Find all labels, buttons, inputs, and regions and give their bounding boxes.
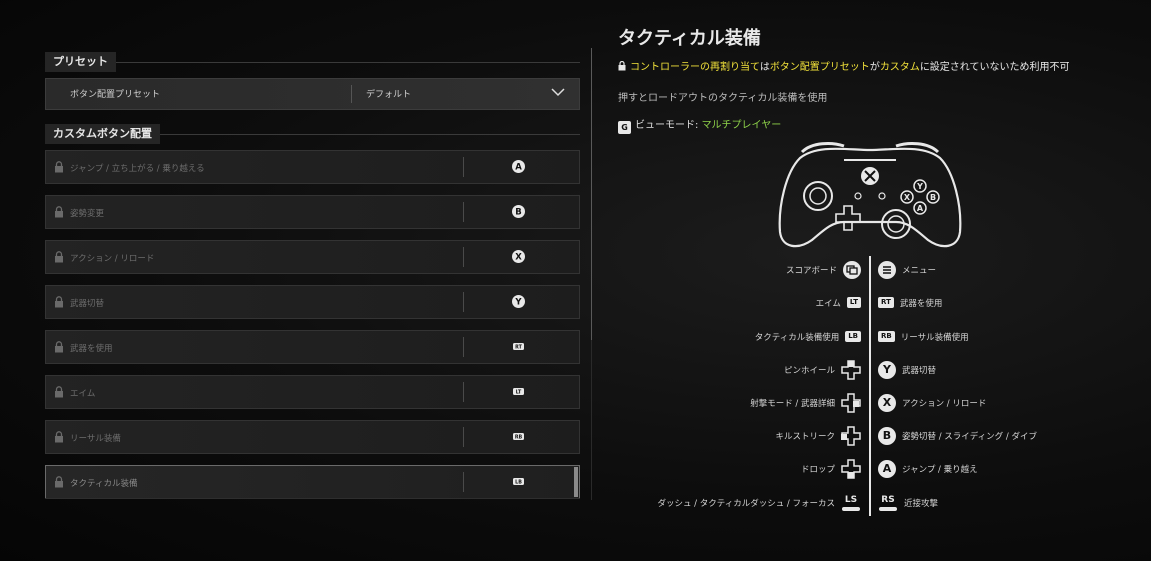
settings-panel: プリセット ボタン配置プリセット デフォルト カスタムボタン配置 ジャンプ / … (45, 50, 580, 499)
lock-icon (618, 60, 626, 71)
dpad-right-icon (841, 392, 861, 413)
g-key-icon: G (618, 121, 631, 134)
mapping-right-6: A ジャンプ / 乗り越え (878, 458, 978, 478)
mapping-right-4: X アクション / リロード (878, 392, 986, 412)
a-button-icon: A (878, 459, 896, 478)
button-preset-dropdown[interactable]: ボタン配置プリセット デフォルト (45, 78, 580, 110)
b-button-icon: B (878, 426, 896, 445)
controller-icon: Y X B A (778, 142, 962, 248)
view-mode-toggle[interactable]: G ビューモード: マルチプレイヤー (618, 116, 781, 134)
lock-icon (55, 476, 63, 488)
b-button-icon: B (512, 205, 525, 218)
detail-title: タクティカル装備 (618, 28, 761, 49)
lock-icon (55, 251, 63, 263)
rb-button-icon: RB (513, 433, 524, 441)
rb-button-icon: RB (878, 331, 895, 342)
mapping-right-1: RT 武器を使用 (878, 292, 942, 312)
svg-text:RT: RT (515, 345, 522, 351)
custom-section-header: カスタムボタン配置 (45, 122, 580, 144)
selection-indicator (574, 467, 578, 497)
preset-section-title: プリセット (45, 52, 116, 72)
custom-section-title: カスタムボタン配置 (45, 124, 160, 144)
binding-row-5[interactable]: エイム LT (45, 375, 580, 409)
binding-row-2[interactable]: アクション / リロード X (45, 240, 580, 274)
svg-text:Y: Y (514, 298, 522, 308)
binding-row-0[interactable]: ジャンプ / 立ち上がる / 乗り越える A (45, 150, 580, 184)
lt-button-icon: LT (513, 388, 524, 396)
x-button-icon: X (512, 250, 525, 263)
binding-row-4[interactable]: 武器を使用 RT (45, 330, 580, 364)
svg-text:X: X (904, 193, 911, 202)
a-button-icon: A (512, 160, 525, 173)
preset-value: デフォルト (366, 90, 412, 100)
lock-icon (55, 341, 63, 353)
binding-row-7[interactable]: タクティカル装備 LB (45, 465, 580, 499)
binding-row-1[interactable]: 姿勢変更 B (45, 195, 580, 229)
binding-label: 姿勢変更 (70, 209, 105, 219)
svg-text:X: X (515, 253, 522, 263)
remap-warning: コントローラーの再割り当てはボタン配置プリセットがカスタムに設定されていないため… (618, 58, 1070, 73)
detail-description: 押すとロードアウトのタクティカル装備を使用 (618, 93, 828, 104)
y-button-icon: Y (512, 295, 525, 308)
rt-button-icon: RT (878, 297, 894, 308)
mapping-left-2: タクティカル装備使用 LB (755, 326, 861, 346)
mapping-left-0: スコアボード (786, 259, 861, 279)
svg-text:B: B (515, 208, 521, 218)
svg-text:B: B (930, 193, 936, 202)
mapping-right-3: Y 武器切替 (878, 359, 936, 379)
mapping-right-5: B 姿勢切替 / スライディング / ダイブ (878, 425, 1037, 445)
mapping-left-5: キルストリーク (775, 425, 861, 446)
mapping-divider (869, 256, 871, 516)
mapping-right-0: メニュー (878, 259, 936, 279)
rt-button-icon: RT (513, 343, 524, 351)
binding-label: エイム (70, 389, 96, 399)
svg-text:LB: LB (515, 480, 522, 486)
svg-text:RB: RB (515, 435, 523, 441)
mapping-left-4: 射撃モード / 武器詳細 (750, 392, 861, 413)
lb-button-icon: LB (845, 331, 861, 342)
lt-button-icon: LT (846, 297, 861, 308)
mapping-left-6: ドロップ (801, 458, 861, 479)
view-mode-value: マルチプレイヤー (701, 120, 782, 131)
svg-text:LT: LT (516, 390, 522, 396)
svg-text:A: A (917, 204, 924, 213)
lock-icon (55, 386, 63, 398)
binding-label: ジャンプ / 立ち上がる / 乗り越える (70, 164, 205, 174)
preset-label: ボタン配置プリセット (70, 90, 161, 100)
ls-stick-icon: LS (841, 495, 861, 511)
dpad-down-icon (841, 458, 861, 479)
mapping-right-7: RS 近接攻撃 (878, 492, 938, 512)
rs-stick-icon: RS (878, 495, 898, 511)
dpad-left-icon (841, 425, 861, 446)
y-button-icon: Y (878, 360, 896, 379)
binding-label: アクション / リロード (70, 254, 155, 264)
lock-icon (55, 431, 63, 443)
mapping-left-3: ピンホイール (784, 359, 861, 380)
dpad-up-icon (841, 359, 861, 380)
lock-icon (55, 296, 63, 308)
binding-label: タクティカル装備 (70, 479, 138, 489)
lock-icon (55, 206, 63, 218)
binding-row-6[interactable]: リーサル装備 RB (45, 420, 580, 454)
mapping-left-7: ダッシュ / タクティカルダッシュ / フォーカス LS (657, 492, 861, 512)
scrollbar[interactable] (591, 48, 592, 340)
lock-icon (55, 161, 63, 173)
menu-button-icon (878, 260, 896, 279)
binding-label: リーサル装備 (70, 434, 121, 444)
mapping-left-1: エイム LT (816, 292, 861, 312)
binding-row-3[interactable]: 武器切替 Y (45, 285, 580, 319)
preset-section-header: プリセット (45, 50, 580, 72)
svg-text:Y: Y (916, 182, 923, 191)
chevron-down-icon (551, 88, 565, 97)
binding-label: 武器切替 (70, 299, 105, 309)
view-button-icon (843, 260, 861, 279)
lb-button-icon: LB (513, 478, 524, 486)
binding-label: 武器を使用 (70, 344, 113, 354)
mapping-right-2: RB リーサル装備使用 (878, 326, 969, 346)
x-button-icon: X (878, 393, 896, 412)
svg-text:A: A (515, 163, 522, 173)
